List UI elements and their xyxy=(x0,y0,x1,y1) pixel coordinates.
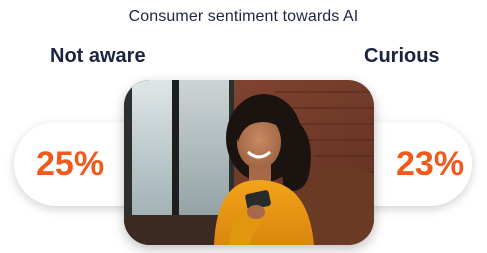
curious-label: Curious xyxy=(364,45,440,67)
curious-percent: 23% xyxy=(396,145,465,183)
not-aware-percent: 25% xyxy=(36,145,105,183)
not-aware-label: Not aware xyxy=(50,45,146,67)
chart-title: Consumer sentiment towards AI xyxy=(128,8,359,25)
woman-smiling-at-phone-photo xyxy=(124,80,374,245)
